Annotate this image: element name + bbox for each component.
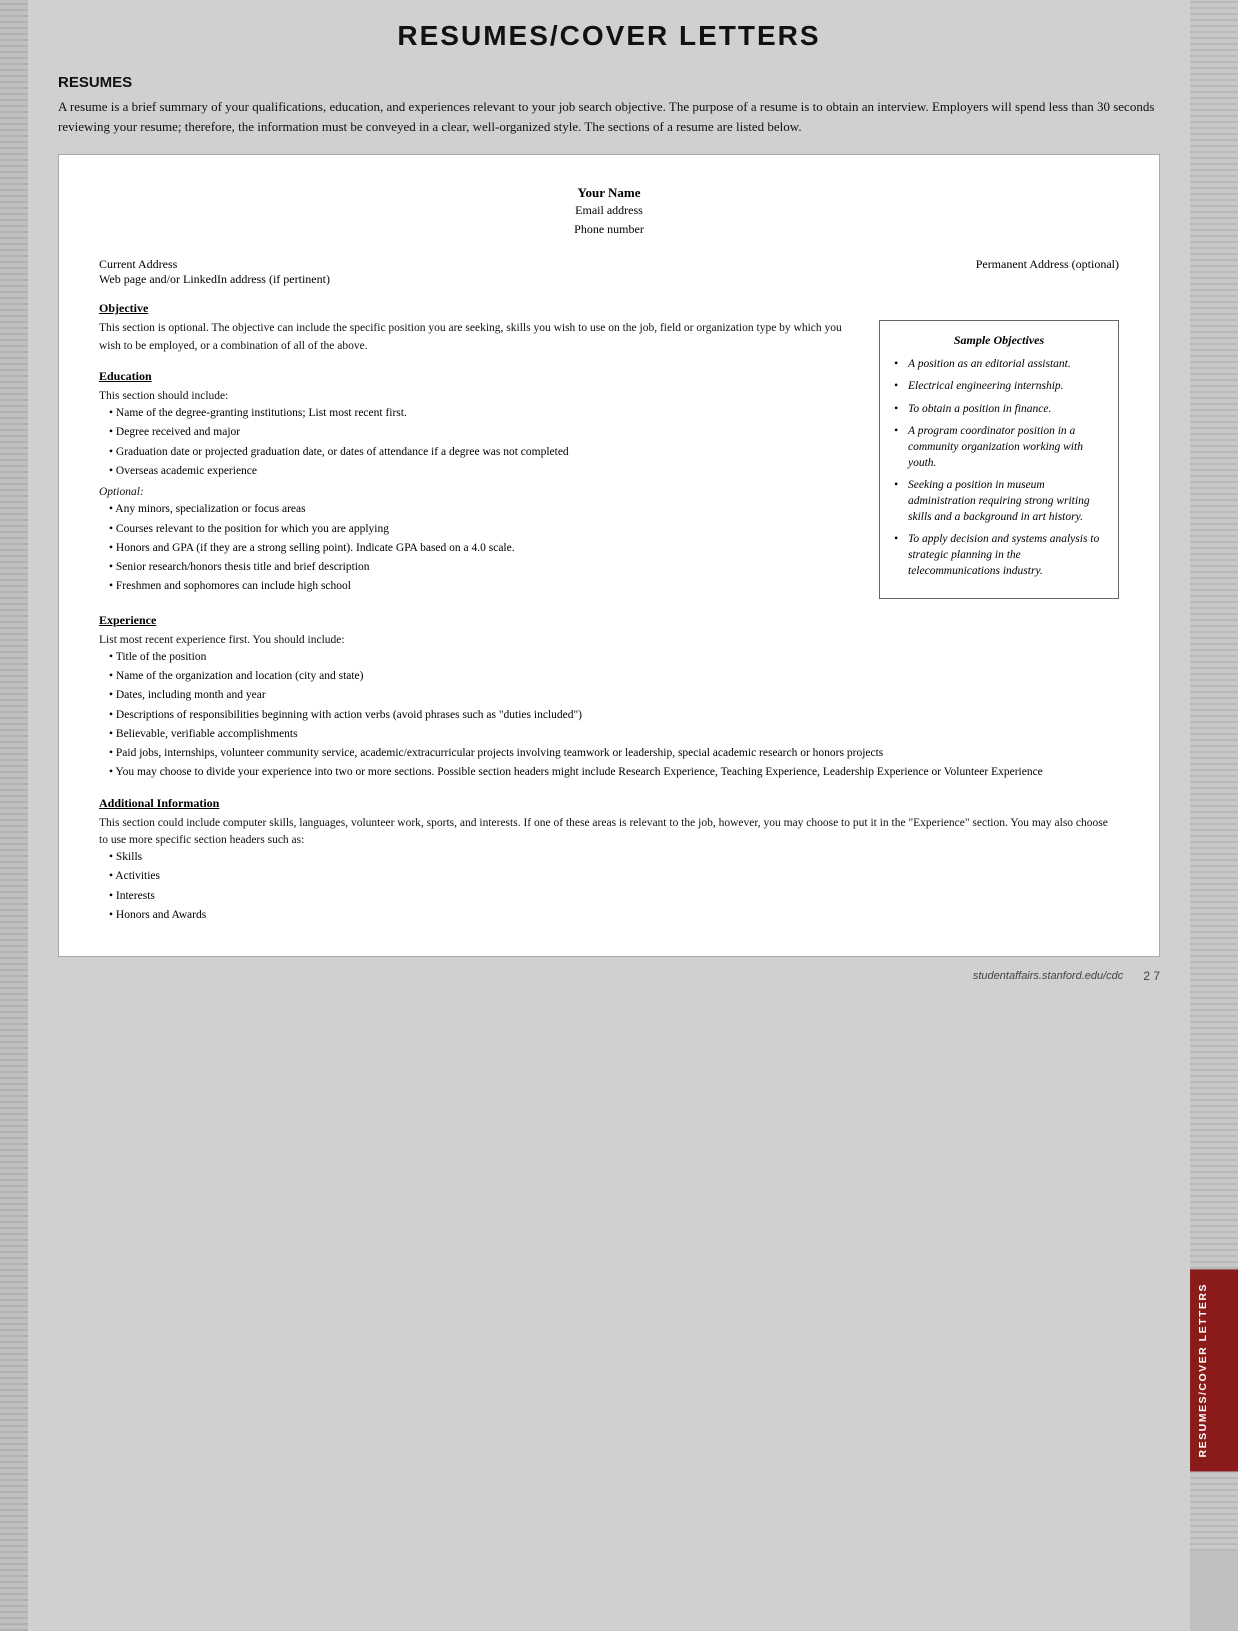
- current-address-label: Current Address: [99, 257, 330, 272]
- education-bullets: Name of the degree-granting institutions…: [99, 405, 859, 480]
- edu-opt-bullet-2: Courses relevant to the position for whi…: [109, 521, 859, 538]
- address-row: Current Address Web page and/or LinkedIn…: [99, 257, 1119, 287]
- footer: studentaffairs.stanford.edu/cdc 2 7: [58, 969, 1160, 983]
- education-bullet-3: Graduation date or projected graduation …: [109, 444, 859, 461]
- add-bullet-2: Activities: [109, 868, 1119, 885]
- sidebar-pattern: RESUMES/COVER LETTERS: [1190, 0, 1238, 1551]
- exp-bullet-6: Paid jobs, internships, volunteer commun…: [109, 745, 1119, 762]
- footer-page-num: 2 7: [1143, 969, 1160, 983]
- sidebar-top-pattern: [1190, 0, 1238, 1269]
- edu-opt-bullet-5: Freshmen and sophomores can include high…: [109, 578, 859, 595]
- exp-bullet-5: Believable, verifiable accomplishments: [109, 726, 1119, 743]
- footer-url: studentaffairs.stanford.edu/cdc: [973, 970, 1123, 982]
- your-name-label: Your Name: [99, 185, 1119, 201]
- current-address-block: Current Address Web page and/or LinkedIn…: [99, 257, 330, 287]
- sample-objectives-list: A position as an editorial assistant. El…: [894, 356, 1104, 579]
- education-optional-bullets: Any minors, specialization or focus area…: [99, 501, 859, 595]
- sample-obj-3: To obtain a position in finance.: [894, 401, 1104, 417]
- right-sidebar: RESUMES/COVER LETTERS: [1190, 0, 1238, 1631]
- objective-two-col: This section is optional. The objective …: [99, 320, 1119, 598]
- additional-info-bullets: Skills Activities Interests Honors and A…: [99, 849, 1119, 924]
- experience-intro: List most recent experience first. You s…: [99, 632, 1119, 649]
- sample-obj-6: To apply decision and systems analysis t…: [894, 531, 1104, 579]
- sample-obj-5: Seeking a position in museum administrat…: [894, 477, 1104, 525]
- edu-opt-bullet-1: Any minors, specialization or focus area…: [109, 501, 859, 518]
- sidebar-bottom-pattern: [1190, 1471, 1238, 1551]
- sidebar-label: RESUMES/COVER LETTERS: [1190, 1269, 1238, 1471]
- permanent-address-label: Permanent Address (optional): [976, 257, 1119, 287]
- edu-opt-bullet-3: Honors and GPA (if they are a strong sel…: [109, 540, 859, 557]
- education-bullet-2: Degree received and major: [109, 424, 859, 441]
- experience-title: Experience: [99, 613, 1119, 628]
- education-bullet-4: Overseas academic experience: [109, 463, 859, 480]
- sample-obj-4: A program coordinator position in a comm…: [894, 423, 1104, 471]
- additional-info-body: This section could include computer skil…: [99, 815, 1119, 850]
- education-bullet-1: Name of the degree-granting institutions…: [109, 405, 859, 422]
- main-content: RESUMES/COVER LETTERS RESUMES A resume i…: [28, 0, 1190, 1631]
- experience-bullets: Title of the position Name of the organi…: [99, 649, 1119, 782]
- sample-objectives-box: Sample Objectives A position as an edito…: [879, 320, 1119, 598]
- exp-bullet-3: Dates, including month and year: [109, 687, 1119, 704]
- exp-bullet-4: Descriptions of responsibilities beginni…: [109, 707, 1119, 724]
- web-address-label: Web page and/or LinkedIn address (if per…: [99, 272, 330, 287]
- objective-body: This section is optional. The objective …: [99, 320, 859, 355]
- left-border: [0, 0, 28, 1631]
- resume-header: Your Name Email address Phone number: [99, 185, 1119, 239]
- edu-opt-bullet-4: Senior research/honors thesis title and …: [109, 559, 859, 576]
- optional-label: Optional:: [99, 484, 859, 501]
- education-title: Education: [99, 369, 859, 384]
- objective-left-col: This section is optional. The objective …: [99, 320, 859, 597]
- add-bullet-3: Interests: [109, 888, 1119, 905]
- page-title: RESUMES/COVER LETTERS: [58, 20, 1160, 52]
- sample-objectives-col: Sample Objectives A position as an edito…: [879, 320, 1119, 598]
- add-bullet-4: Honors and Awards: [109, 907, 1119, 924]
- objective-title: Objective: [99, 301, 1119, 316]
- sample-obj-2: Electrical engineering internship.: [894, 378, 1104, 394]
- exp-bullet-1: Title of the position: [109, 649, 1119, 666]
- phone-label: Phone number: [99, 220, 1119, 239]
- sample-objectives-title: Sample Objectives: [894, 333, 1104, 348]
- resumes-heading: RESUMES: [58, 74, 1160, 91]
- exp-bullet-2: Name of the organization and location (c…: [109, 668, 1119, 685]
- email-label: Email address: [99, 201, 1119, 220]
- additional-info-title: Additional Information: [99, 796, 1119, 811]
- add-bullet-1: Skills: [109, 849, 1119, 866]
- exp-bullet-7: You may choose to divide your experience…: [109, 764, 1119, 781]
- document-frame: Your Name Email address Phone number Cur…: [58, 154, 1160, 957]
- sample-obj-1: A position as an editorial assistant.: [894, 356, 1104, 372]
- intro-text: A resume is a brief summary of your qual…: [58, 97, 1160, 136]
- education-intro: This section should include:: [99, 388, 859, 405]
